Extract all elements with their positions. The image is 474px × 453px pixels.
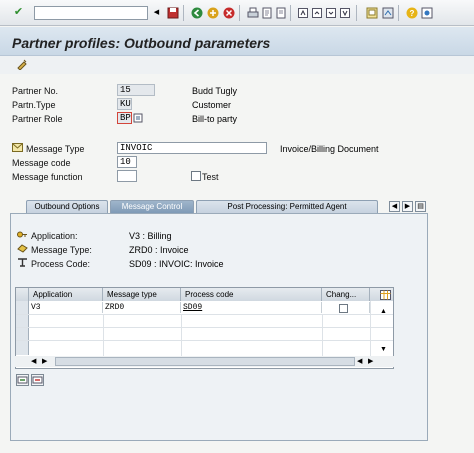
scroll-right-small-icon[interactable]: ▶ (42, 357, 47, 365)
find-next-icon[interactable] (274, 6, 287, 19)
table-settings-icon[interactable] (380, 290, 391, 302)
new-session-icon[interactable] (365, 6, 378, 19)
partn-type-label: Partn.Type (12, 100, 56, 110)
tab-scroll-right-icon[interactable]: ▶ (402, 201, 413, 212)
scroll-left-end-icon[interactable]: ◀ (357, 357, 362, 365)
tab-list-icon[interactable]: ▤ (415, 201, 426, 212)
back-icon[interactable] (190, 6, 203, 19)
customize-layout-icon[interactable] (420, 6, 433, 19)
cell-message-type: ZRD0 (103, 302, 181, 313)
scroll-thumb[interactable] (55, 357, 355, 366)
row-selector-column[interactable] (16, 301, 29, 355)
toolbar-separator (239, 5, 240, 21)
save-icon[interactable] (166, 6, 179, 19)
help-icon[interactable]: ? (405, 6, 418, 19)
message-function-field[interactable] (117, 170, 137, 182)
test-checkbox[interactable] (191, 171, 201, 181)
application-toolbar (0, 56, 474, 74)
message-type-detail-label: Message Type: (31, 245, 92, 255)
scroll-left-icon[interactable]: ◀ (31, 357, 36, 365)
scroll-right-end-icon[interactable]: ▶ (368, 357, 373, 365)
value-help-icon[interactable] (133, 113, 143, 125)
process-code-icon (17, 258, 28, 269)
message-type-detail-icon (17, 244, 28, 255)
row-divider (16, 327, 393, 328)
column-divider (181, 314, 182, 356)
column-header-change[interactable]: Chang... (322, 288, 370, 301)
column-header-message-type[interactable]: Message type (103, 288, 181, 301)
row-selector-header (16, 288, 29, 301)
partner-role-description: Bill-to party (192, 114, 238, 124)
first-page-icon[interactable] (296, 6, 309, 19)
scroll-down-icon[interactable]: ▼ (380, 346, 387, 353)
message-type-label: Message Type (26, 144, 85, 154)
change-checkbox[interactable] (339, 304, 348, 313)
column-divider (370, 301, 371, 356)
partner-role-field: BP (117, 112, 132, 124)
message-type-field[interactable]: INVOIC (117, 142, 267, 154)
partner-no-field: 15 (117, 84, 155, 96)
shortcut-icon[interactable] (381, 6, 394, 19)
partn-type-field: KU (117, 98, 132, 110)
column-divider (322, 314, 323, 356)
row-divider (16, 314, 393, 315)
message-type-description: Invoice/Billing Document (280, 144, 379, 154)
toolbar-separator (290, 5, 291, 21)
find-icon[interactable] (260, 6, 273, 19)
tab-message-control[interactable]: Message Control (110, 200, 194, 213)
cell-process-code-link[interactable]: SD09 (181, 302, 322, 313)
message-function-label: Message function (12, 172, 83, 182)
previous-page-icon[interactable] (310, 6, 323, 19)
process-code-detail-value: SD09 : INVOIC: Invoice (129, 259, 224, 269)
tab-outbound-options[interactable]: Outbound Options (26, 200, 108, 213)
process-code-detail-label: Process Code: (31, 259, 91, 269)
message-code-field[interactable]: 10 (117, 156, 137, 168)
command-field[interactable] (34, 6, 148, 20)
toolbar-separator (398, 5, 399, 21)
message-type-icon (12, 143, 23, 154)
column-divider (103, 314, 104, 356)
command-history-icon[interactable]: ◀ (150, 6, 163, 19)
next-page-icon[interactable] (324, 6, 337, 19)
svg-text:?: ? (409, 9, 414, 18)
cancel-icon[interactable] (222, 6, 235, 19)
application-detail-value: V3 : Billing (129, 231, 172, 241)
insert-row-button[interactable] (16, 374, 29, 386)
last-page-icon[interactable] (338, 6, 351, 19)
print-icon[interactable] (246, 6, 259, 19)
test-label: Test (202, 172, 219, 182)
column-header-application[interactable]: Application (29, 288, 103, 301)
tab-scroll-left-icon[interactable]: ◀ (389, 201, 400, 212)
column-header-process-code[interactable]: Process code (181, 288, 322, 301)
toolbar-separator (356, 5, 357, 21)
partn-type-description: Customer (192, 100, 232, 110)
partner-no-label: Partner No. (12, 86, 59, 96)
page-title: Partner profiles: Outbound parameters (12, 35, 271, 51)
delete-row-button[interactable] (31, 374, 44, 386)
message-code-label: Message code (12, 158, 71, 168)
cell-application: V3 (29, 302, 103, 313)
toolbar-separator (183, 5, 184, 21)
scroll-up-icon[interactable]: ▲ (380, 308, 387, 315)
tab-post-processing[interactable]: Post Processing: Permitted Agent (196, 200, 378, 213)
display-change-icon[interactable] (16, 58, 28, 72)
row-divider (16, 340, 393, 341)
application-key-icon (17, 230, 28, 241)
application-detail-label: Application: (31, 231, 78, 241)
partner-no-description: Budd Tugly (192, 86, 238, 96)
exit-icon[interactable] (206, 6, 219, 19)
partner-role-label: Partner Role (12, 114, 63, 124)
message-type-detail-value: ZRD0 : Invoice (129, 245, 189, 255)
enter-icon[interactable]: ✔ (12, 6, 25, 19)
